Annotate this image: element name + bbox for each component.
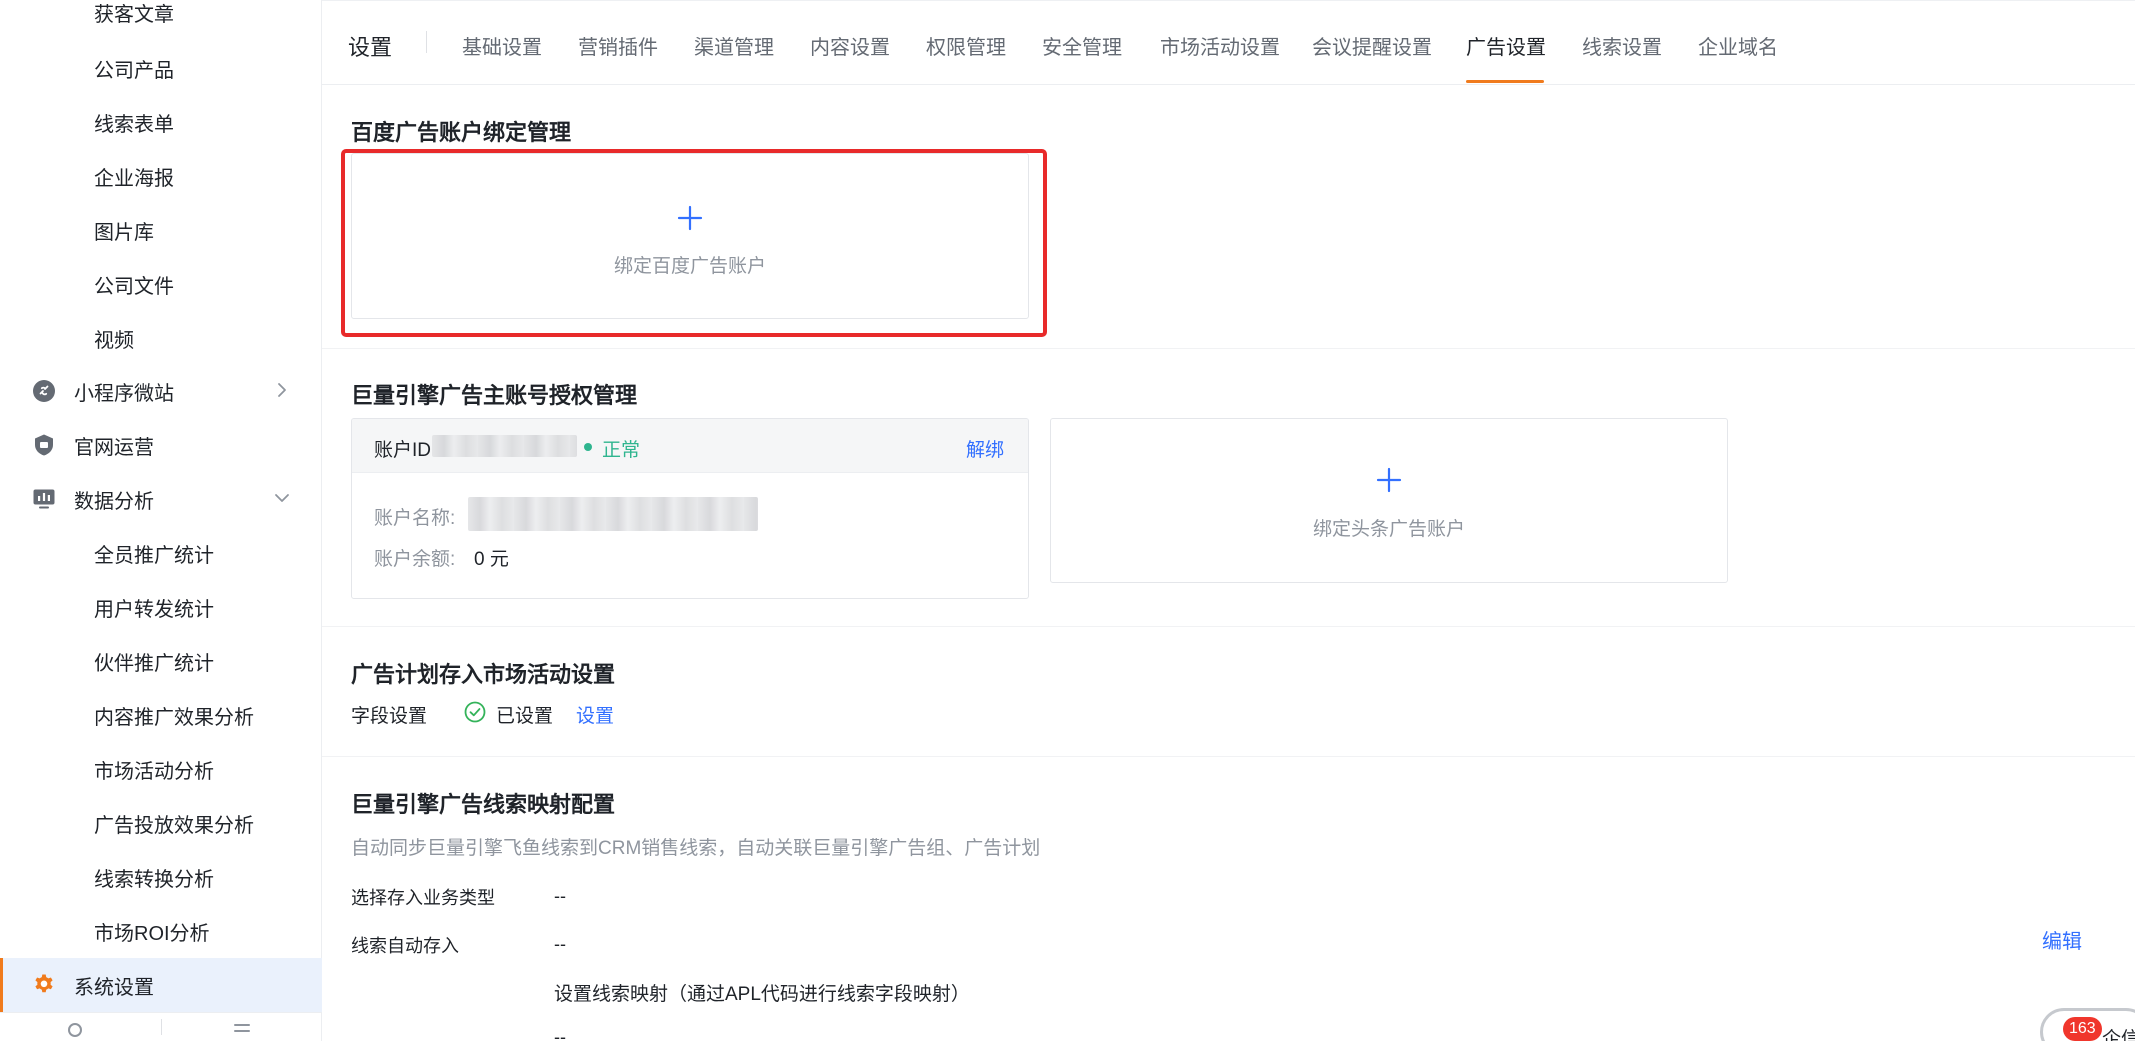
account-name-label: 账户名称: <box>374 508 456 529</box>
lead-mapping-value: -- <box>554 1027 566 1041</box>
mapping-row-value: -- <box>554 886 566 906</box>
plan-section-title: 广告计划存入市场活动设置 <box>351 662 616 687</box>
plus-icon <box>677 205 703 231</box>
lead-mapping-text: 设置线索映射（通过APL代码进行线索字段映射） <box>554 984 970 1005</box>
sidebar-item-campaign-analysis[interactable]: 市场活动分析 <box>94 755 214 784</box>
tab-lead-settings[interactable]: 线索设置 <box>1582 31 1662 60</box>
sidebar-group-website[interactable]: 官网运营 <box>0 418 322 472</box>
field-settings-status: 已设置 <box>496 706 554 727</box>
chevron-right-icon <box>278 383 286 397</box>
ocean-section-title: 巨量引擎广告主账号授权管理 <box>351 383 638 408</box>
account-balance-label: 账户余额: <box>374 549 456 570</box>
unbind-link[interactable]: 解绑 <box>966 435 1004 462</box>
bind-toutiao-account-label: 绑定头条广告账户 <box>1312 519 1465 540</box>
chevron-down-icon <box>275 494 289 502</box>
sidebar-group-mini-program[interactable]: 小程序微站 <box>0 364 322 418</box>
bind-toutiao-account-card[interactable]: 绑定头条广告账户 <box>1050 418 1728 583</box>
sidebar-item-partner-promotion[interactable]: 伙伴推广统计 <box>94 647 214 676</box>
sidebar-group-label: 小程序微站 <box>74 382 174 405</box>
field-settings-link[interactable]: 设置 <box>576 701 614 728</box>
tab-permission-management[interactable]: 权限管理 <box>926 31 1006 60</box>
account-status: 正常 <box>602 440 641 461</box>
unread-count-badge: 163 <box>2063 1017 2102 1041</box>
sidebar-item-ad-effect[interactable]: 广告投放效果分析 <box>94 809 254 838</box>
field-settings-label: 字段设置 <box>351 706 428 727</box>
page-title: 设置 <box>348 35 393 60</box>
sidebar: 获客文章 公司产品 线索表单 企业海报 图片库 公司文件 视频 小程序微站 官网… <box>0 0 322 1041</box>
mapping-row-label: 线索自动存入 <box>351 936 459 956</box>
tab-security-management[interactable]: 安全管理 <box>1042 31 1122 60</box>
sidebar-item-lead-forms[interactable]: 线索表单 <box>94 108 174 137</box>
sidebar-item-image-library[interactable]: 图片库 <box>94 216 154 245</box>
mapping-edit-link[interactable]: 编辑 <box>2042 925 2082 954</box>
sidebar-item-roi[interactable]: 市场ROI分析 <box>94 917 210 946</box>
active-tab-underline <box>1466 80 1544 83</box>
tab-campaign-settings[interactable]: 市场活动设置 <box>1160 31 1280 60</box>
sidebar-item-company-files[interactable]: 公司文件 <box>94 270 174 299</box>
mapping-section-title: 巨量引擎广告线索映射配置 <box>351 792 616 817</box>
tab-enterprise-domain[interactable]: 企业域名 <box>1698 31 1778 60</box>
sidebar-footer <box>0 1012 322 1041</box>
search-icon[interactable] <box>66 1021 86 1041</box>
account-card-header: 账户ID 正常 解绑 <box>352 419 1028 473</box>
footer-divider <box>161 1019 162 1035</box>
mapping-row-value: -- <box>554 934 566 954</box>
ocean-account-card: 账户ID 正常 解绑 账户名称: 账户余额: 0 元 <box>351 418 1029 599</box>
sidebar-item-posters[interactable]: 企业海报 <box>94 162 174 191</box>
account-id-label: 账户ID <box>374 440 432 461</box>
app-root: 获客文章 公司产品 线索表单 企业海报 图片库 公司文件 视频 小程序微站 官网… <box>0 0 2135 1041</box>
sidebar-group-analytics[interactable]: 数据分析 <box>0 472 322 526</box>
sidebar-item-video[interactable]: 视频 <box>94 324 134 353</box>
sidebar-item-staff-promotion[interactable]: 全员推广统计 <box>94 539 214 568</box>
bind-baidu-account-label: 绑定百度广告账户 <box>613 256 766 277</box>
baidu-section-title: 百度广告账户绑定管理 <box>351 120 572 145</box>
active-indicator <box>0 958 3 1012</box>
section-divider <box>322 348 2135 349</box>
sidebar-item-lead-conversion[interactable]: 线索转换分析 <box>94 863 214 892</box>
mapping-row-label: 选择存入业务类型 <box>351 888 495 908</box>
section-divider <box>322 756 2135 757</box>
section-divider <box>322 626 2135 627</box>
menu-icon[interactable] <box>232 1021 252 1041</box>
sidebar-item-content-effect[interactable]: 内容推广效果分析 <box>94 701 254 730</box>
sidebar-group-label: 数据分析 <box>74 490 154 513</box>
sidebar-item-articles[interactable]: 获客文章 <box>94 0 174 27</box>
tab-basic-settings[interactable]: 基础设置 <box>462 31 542 60</box>
shield-icon <box>35 434 53 456</box>
sidebar-item-user-share[interactable]: 用户转发统计 <box>94 593 214 622</box>
status-dot <box>584 443 592 451</box>
account-id-redacted <box>432 435 577 457</box>
tab-content-settings[interactable]: 内容设置 <box>810 31 890 60</box>
sidebar-item-products[interactable]: 公司产品 <box>94 54 174 83</box>
mapping-description: 自动同步巨量引擎飞鱼线索到CRM销售线索，自动关联巨量引擎广告组、广告计划 <box>351 838 1041 859</box>
tab-meeting-reminder[interactable]: 会议提醒设置 <box>1312 31 1432 60</box>
account-name-redacted <box>468 497 758 531</box>
tab-marketing-plugins[interactable]: 营销插件 <box>578 31 658 60</box>
link-circle-icon <box>33 380 55 402</box>
tab-channel-management[interactable]: 渠道管理 <box>694 31 774 60</box>
title-divider <box>426 31 427 53</box>
tab-ad-settings[interactable]: 广告设置 <box>1466 31 1546 60</box>
check-circle-icon <box>464 701 486 723</box>
sidebar-group-label: 系统设置 <box>74 976 154 999</box>
sidebar-group-label: 官网运营 <box>74 436 154 459</box>
plus-icon <box>1376 467 1402 493</box>
messenger-label: 企信 <box>2102 1029 2135 1041</box>
gear-icon <box>35 974 53 993</box>
account-balance-value: 0 元 <box>474 549 509 570</box>
monitor-chart-icon <box>33 489 55 509</box>
sidebar-group-system-settings[interactable]: 系统设置 <box>0 958 322 1012</box>
settings-tab-bar: 设置 基础设置 营销插件 渠道管理 内容设置 权限管理 安全管理 市场活动设置 … <box>322 0 2135 85</box>
bind-baidu-account-card[interactable]: 绑定百度广告账户 <box>351 153 1029 319</box>
